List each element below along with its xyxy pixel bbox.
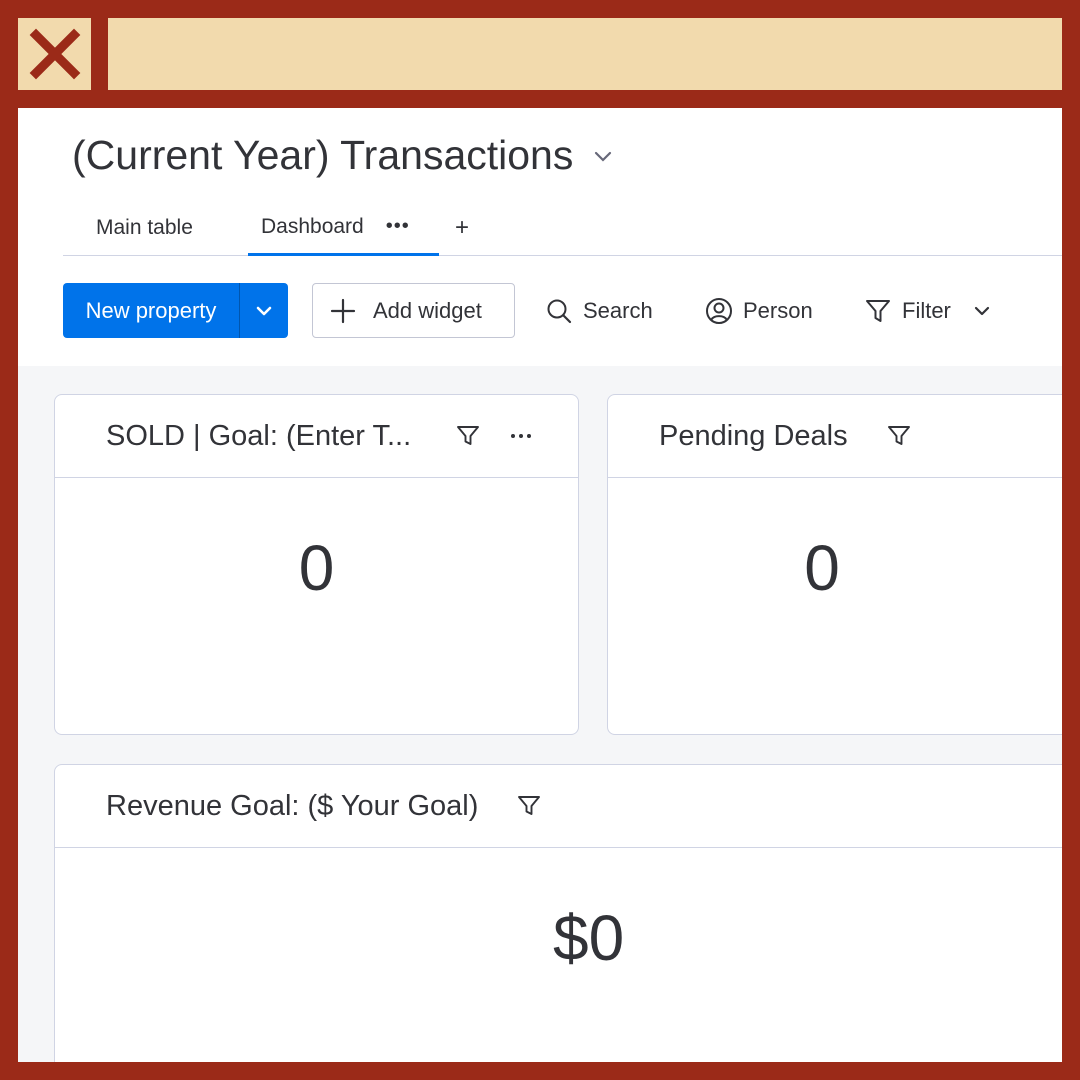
tab-dashboard[interactable]: Dashboard ••• <box>248 200 439 256</box>
widget-pending-deals[interactable]: Pending Deals 0 <box>607 394 1062 735</box>
widget-value: 0 <box>804 532 840 604</box>
filter-icon[interactable] <box>516 793 542 819</box>
new-property-button[interactable]: New property <box>63 283 288 338</box>
filter-button[interactable]: Filter <box>864 283 993 338</box>
widget-revenue-goal[interactable]: Revenue Goal: ($ Your Goal) $0 <box>54 764 1062 1062</box>
more-icon[interactable]: ••• <box>386 215 410 238</box>
search-button[interactable]: Search <box>545 283 653 338</box>
widget-header: Pending Deals <box>608 395 1062 478</box>
plus-icon <box>330 298 356 323</box>
person-filter-button[interactable]: Person <box>705 283 813 338</box>
add-widget-label: Add widget <box>373 297 482 323</box>
widget-title: Revenue Goal: ($ Your Goal) <box>106 789 479 822</box>
tab-main-table[interactable]: Main table <box>96 200 193 256</box>
more-icon[interactable] <box>508 423 534 449</box>
new-property-dropdown[interactable] <box>240 283 288 338</box>
widget-title: Pending Deals <box>659 419 848 452</box>
plus-icon: + <box>455 214 470 241</box>
close-icon <box>29 28 80 80</box>
add-widget-button[interactable]: Add widget <box>312 283 515 338</box>
widget-title: SOLD | Goal: (Enter T... <box>106 419 412 452</box>
view-tabs: Main table Dashboard ••• + <box>63 200 1062 256</box>
filter-label: Filter <box>902 297 951 323</box>
person-icon <box>706 297 732 324</box>
filter-icon[interactable] <box>886 423 912 449</box>
chevron-down-icon[interactable] <box>971 300 993 322</box>
chevron-down-icon <box>256 306 272 315</box>
widget-header: SOLD | Goal: (Enter T... <box>55 395 578 478</box>
new-property-label[interactable]: New property <box>63 283 240 338</box>
filter-icon <box>866 299 890 322</box>
search-icon <box>547 299 572 323</box>
title-banner <box>108 18 1062 90</box>
close-button[interactable] <box>18 18 91 90</box>
tab-dashboard-label: Dashboard <box>261 214 364 238</box>
filter-icon[interactable] <box>455 423 481 449</box>
widget-header: Revenue Goal: ($ Your Goal) <box>55 765 1062 848</box>
dashboard-canvas: SOLD | Goal: (Enter T... 0 Pending Deals <box>18 366 1062 1062</box>
widget-sold-goal[interactable]: SOLD | Goal: (Enter T... 0 <box>54 394 579 735</box>
search-label: Search <box>583 297 653 323</box>
board-title[interactable]: (Current Year) Transactions <box>72 132 615 179</box>
chevron-down-icon[interactable] <box>591 144 615 168</box>
person-label: Person <box>743 297 813 323</box>
tab-main-table-label: Main table <box>96 216 193 239</box>
add-view-button[interactable]: + <box>455 200 469 256</box>
board-screen: (Current Year) Transactions Main table D… <box>18 108 1062 1062</box>
widget-value: $0 <box>553 902 625 974</box>
widget-value: 0 <box>298 532 335 604</box>
board-title-text: (Current Year) Transactions <box>72 132 574 178</box>
